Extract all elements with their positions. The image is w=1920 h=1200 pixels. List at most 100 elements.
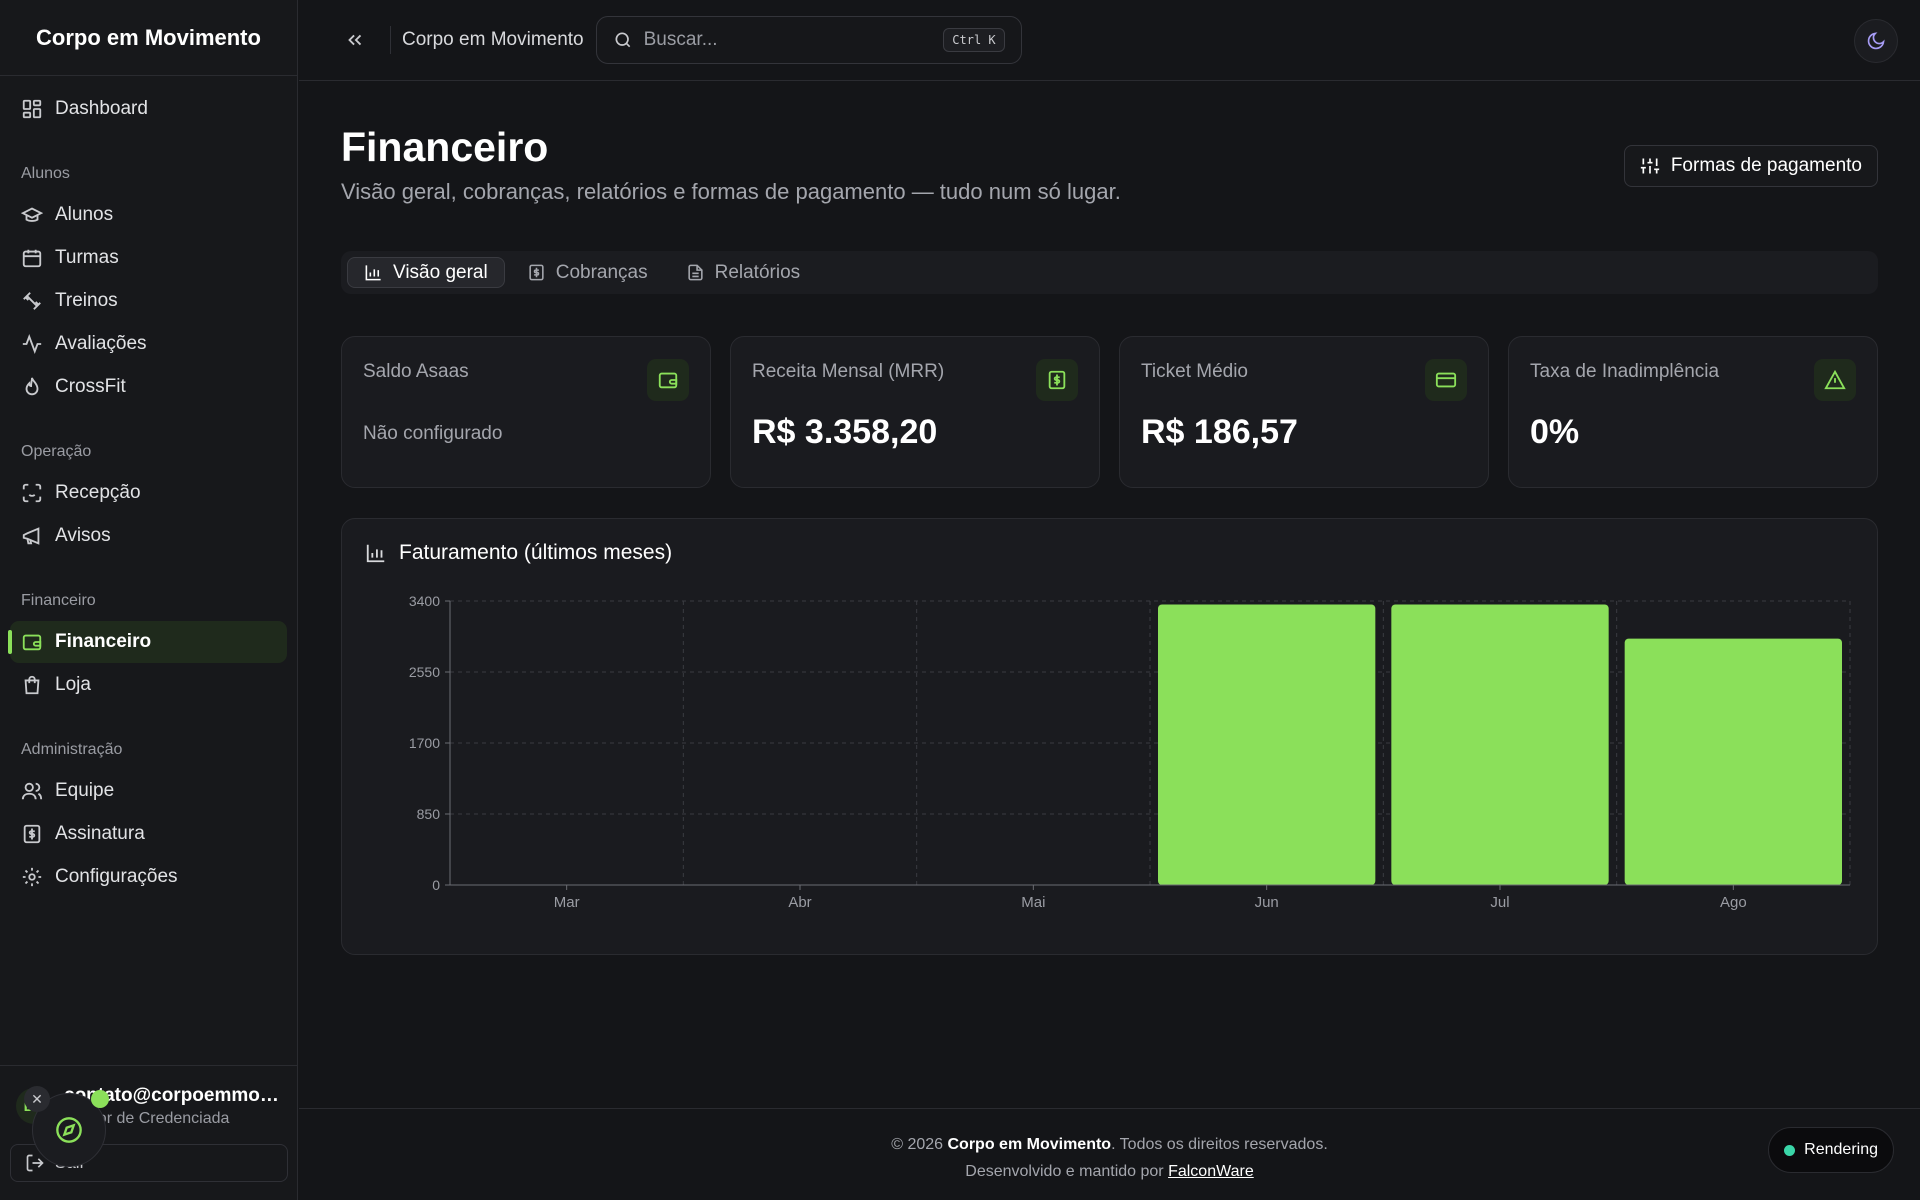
nav-group-label-financeiro: Financeiro bbox=[21, 592, 96, 609]
y-tick-label: 0 bbox=[432, 877, 440, 893]
collapse-sidebar-button[interactable] bbox=[337, 22, 373, 58]
sidebar-item-label: Avisos bbox=[55, 525, 111, 546]
sliders-icon bbox=[1640, 158, 1659, 174]
receipt-dollar-icon bbox=[23, 824, 41, 844]
sidebar-item-loja[interactable]: Loja bbox=[10, 664, 287, 706]
kpi-value: R$ 186,57 bbox=[1141, 413, 1298, 451]
x-tick-label: Mar bbox=[554, 894, 580, 911]
footer-suffix: . Todos os direitos reservados. bbox=[1111, 1136, 1328, 1153]
sidebar-item-label: Treinos bbox=[55, 290, 118, 311]
nav-group-label-operacao: Operação bbox=[21, 443, 92, 460]
sidebar-item-avaliacoes[interactable]: Avaliações bbox=[10, 323, 287, 365]
y-tick-label: 2550 bbox=[409, 664, 440, 680]
sidebar-item-dashboard[interactable]: Dashboard bbox=[10, 88, 287, 130]
sidebar-item-label: CrossFit bbox=[55, 376, 126, 397]
tab-overview[interactable]: Visão geral bbox=[347, 257, 505, 288]
fab-status-dot bbox=[91, 1090, 109, 1108]
tab-charges[interactable]: Cobranças bbox=[511, 257, 664, 288]
y-tick-label: 850 bbox=[417, 806, 441, 822]
status-dot bbox=[1784, 1144, 1796, 1156]
chart-header: Faturamento (últimos meses) bbox=[365, 541, 672, 565]
sidebar-item-crossfit[interactable]: CrossFit bbox=[10, 366, 287, 408]
kpi-card-inadimplencia: Taxa de Inadimplência 0% bbox=[1508, 336, 1878, 488]
theme-toggle-button[interactable] bbox=[1854, 19, 1898, 63]
sidebar-item-label: Equipe bbox=[55, 780, 115, 801]
footer-copyright: © 2026 Corpo em Movimento. Todos os dire… bbox=[299, 1131, 1920, 1158]
kpi-card-mrr: Receita Mensal (MRR) R$ 3.358,20 bbox=[730, 336, 1100, 488]
close-icon: ✕ bbox=[31, 1090, 43, 1107]
payment-methods-label: Formas de pagamento bbox=[1670, 155, 1862, 176]
search-placeholder: Buscar... bbox=[643, 29, 718, 50]
kpi-label: Saldo Asaas bbox=[363, 361, 469, 382]
kpi-value: 0% bbox=[1530, 413, 1580, 451]
search-input[interactable]: Buscar... Ctrl K bbox=[595, 16, 1022, 64]
payment-methods-button[interactable]: Formas de pagamento bbox=[1623, 145, 1878, 187]
sidebar-item-label: Loja bbox=[55, 674, 91, 695]
x-tick-label: Jun bbox=[1255, 894, 1279, 911]
activity-icon bbox=[22, 334, 42, 354]
tab-bar: Visão geral Cobranças Relatórios bbox=[341, 251, 1878, 294]
tab-label: Cobranças bbox=[555, 261, 648, 283]
graduation-cap-icon bbox=[21, 207, 43, 222]
y-tick-label: 3400 bbox=[409, 593, 440, 609]
footer-dev-prefix: Desenvolvido e mantido por bbox=[965, 1163, 1169, 1180]
sidebar-item-assinatura[interactable]: Assinatura bbox=[10, 813, 287, 855]
topbar-title: Corpo em Movimento bbox=[402, 29, 584, 50]
sidebar-item-alunos[interactable]: Alunos bbox=[10, 194, 287, 236]
x-tick-label: Mai bbox=[1021, 894, 1045, 911]
chart-bar bbox=[1624, 638, 1842, 885]
main-content: Financeiro Visão geral, cobranças, relat… bbox=[341, 81, 1878, 955]
kpi-cards: Saldo Asaas Não configurado Receita Mens… bbox=[341, 336, 1878, 488]
sidebar-item-configuracoes[interactable]: Configurações bbox=[10, 856, 287, 898]
users-icon bbox=[21, 782, 43, 800]
chart-bar bbox=[1391, 604, 1609, 885]
topbar: Corpo em Movimento Buscar... Ctrl K bbox=[299, 0, 1920, 81]
sidebar-item-equipe[interactable]: Equipe bbox=[10, 770, 287, 812]
sidebar-brand[interactable]: Corpo em Movimento bbox=[0, 0, 297, 76]
x-tick-label: Abr bbox=[788, 894, 811, 911]
sidebar-nav: Dashboard Alunos Alunos Turmas Treinos A… bbox=[0, 76, 297, 911]
revenue-bar-chart: 0 850 1700 2550 3400 Mar Abr Mai Jun Jul Ago bbox=[409, 593, 1851, 911]
sidebar: Corpo em Movimento Dashboard Alunos Alun… bbox=[0, 0, 298, 1200]
search-shortcut: Ctrl K bbox=[943, 28, 1005, 52]
page-footer: © 2026 Corpo em Movimento. Todos os dire… bbox=[299, 1108, 1920, 1200]
sidebar-item-turmas[interactable]: Turmas bbox=[10, 237, 287, 279]
sidebar-item-financeiro[interactable]: Financeiro bbox=[8, 621, 287, 663]
calendar-icon bbox=[22, 249, 42, 268]
dashboard-grid-icon bbox=[22, 99, 42, 119]
receipt-dollar-icon bbox=[529, 264, 544, 281]
kpi-label: Ticket Médio bbox=[1141, 361, 1248, 382]
sidebar-item-avisos[interactable]: Avisos bbox=[10, 515, 287, 557]
sidebar-item-treinos[interactable]: Treinos bbox=[10, 280, 287, 322]
flame-icon bbox=[25, 377, 39, 396]
sidebar-item-label: Assinatura bbox=[55, 823, 145, 844]
chart-bar bbox=[1158, 604, 1376, 885]
kpi-value: Não configurado bbox=[363, 423, 503, 444]
search-icon bbox=[615, 32, 630, 48]
bar-chart-icon bbox=[365, 265, 381, 281]
shopping-bag-icon bbox=[24, 675, 40, 695]
tab-label: Visão geral bbox=[393, 261, 488, 283]
page-header: Financeiro Visão geral, cobranças, relat… bbox=[341, 81, 1878, 251]
sidebar-item-label: Turmas bbox=[55, 247, 119, 268]
warning-triangle-icon bbox=[1814, 359, 1856, 401]
sidebar-item-label: Financeiro bbox=[55, 631, 152, 652]
chevrons-left-icon bbox=[348, 34, 362, 46]
footer-dev-link[interactable]: FalconWare bbox=[1168, 1163, 1254, 1180]
kpi-value: R$ 3.358,20 bbox=[752, 413, 938, 451]
moon-icon bbox=[1867, 32, 1885, 50]
sidebar-item-label: Recepção bbox=[55, 482, 141, 503]
dumbbell-icon bbox=[23, 292, 41, 310]
tab-reports[interactable]: Relatórios bbox=[670, 257, 817, 288]
bar-chart-icon bbox=[366, 544, 385, 563]
megaphone-icon bbox=[22, 527, 40, 545]
kpi-card-ticket: Ticket Médio R$ 186,57 bbox=[1119, 336, 1489, 488]
file-text-icon bbox=[687, 264, 703, 281]
x-tick-label: Jul bbox=[1490, 894, 1509, 911]
topbar-divider bbox=[390, 26, 391, 54]
sidebar-item-recepcao[interactable]: Recepção bbox=[10, 472, 287, 514]
footer-company: Corpo em Movimento bbox=[947, 1136, 1112, 1153]
receipt-dollar-icon bbox=[1036, 359, 1078, 401]
fab-close-button[interactable]: ✕ bbox=[24, 1086, 50, 1112]
nav-group-label-administracao: Administração bbox=[21, 741, 123, 758]
